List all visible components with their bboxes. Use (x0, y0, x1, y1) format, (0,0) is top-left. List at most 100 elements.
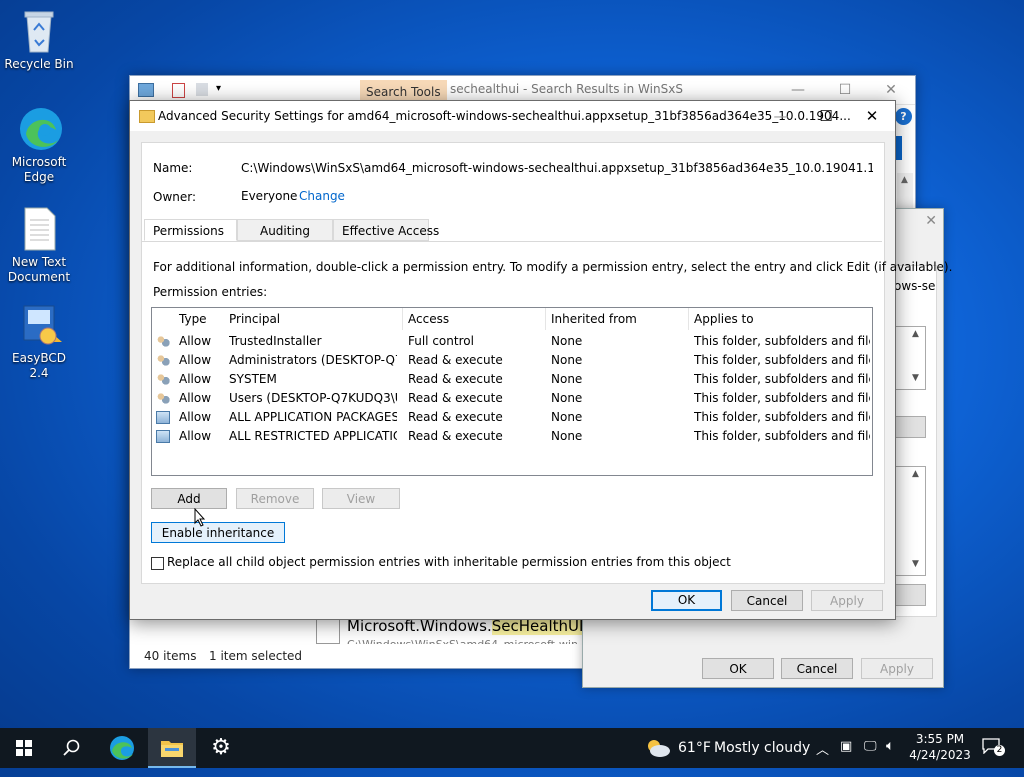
search-box-accent (895, 136, 902, 160)
dialog-titlebar[interactable]: Advanced Security Settings for amd64_mic… (130, 101, 895, 131)
owner-label: Owner: (153, 190, 197, 204)
permission-inherited-from: None (551, 353, 583, 367)
permission-type: Allow (179, 410, 212, 424)
search-button[interactable] (48, 728, 96, 768)
show-hidden-icons-chevron-icon[interactable]: ︿ (816, 739, 829, 758)
col-separator (402, 308, 403, 330)
taskbar-file-explorer[interactable] (148, 728, 196, 768)
properties-ok-button[interactable]: OK (702, 658, 774, 679)
desktop-icon-new-text-document[interactable]: New Text Document (2, 206, 76, 285)
replace-child-checkbox[interactable] (151, 557, 164, 570)
col-applies[interactable]: Applies to (694, 312, 754, 326)
dialog-maximize-button[interactable]: ☐ (803, 101, 849, 131)
permission-row[interactable]: Allow SYSTEM Read & execute None This folder… (152, 370, 872, 389)
user-group-icon (156, 335, 170, 348)
permission-row[interactable]: Allow ALL RESTRICTED APPLICATIO... Read & … (152, 427, 872, 446)
weather-text: Mostly cloudy (714, 740, 811, 756)
taskbar: ⚙ 61°F Mostly cloudy ︿ ▣ 🖵 🔈︎ 3:55 PM 4/… (0, 728, 1024, 768)
col-principal[interactable]: Principal (229, 312, 280, 326)
dialog-cancel-button[interactable]: Cancel (731, 590, 803, 611)
taskbar-edge[interactable] (98, 728, 146, 768)
network-icon[interactable]: 🖵 (864, 739, 877, 754)
add-button[interactable]: Add (151, 488, 227, 509)
customize-toolbar-icon[interactable]: ▾ (216, 83, 221, 94)
meet-now-icon[interactable]: ▣ (840, 739, 852, 754)
tab-auditing[interactable]: Auditing (237, 219, 333, 241)
permission-applies-to: This folder, subfolders and files (694, 391, 870, 405)
permission-row[interactable]: Allow TrustedInstaller Full control None Thi… (152, 332, 872, 351)
volume-icon[interactable]: 🔈︎ (886, 738, 894, 754)
enable-inheritance-button[interactable]: Enable inheritance (151, 522, 285, 543)
tab-permissions[interactable]: Permissions (144, 219, 237, 241)
permission-type: Allow (179, 391, 212, 405)
desktop-icon-easybcd[interactable]: EasyBCD 2.4 (2, 302, 76, 381)
permission-principal: ALL RESTRICTED APPLICATIO... (229, 429, 397, 443)
clock[interactable]: 3:55 PM 4/24/2023 (908, 731, 972, 763)
name-label: Name: (153, 161, 193, 175)
permission-access: Read & execute (408, 353, 503, 367)
info-text: For additional information, double-click… (153, 260, 953, 274)
easybcd-icon (18, 302, 62, 348)
col-separator (688, 308, 689, 330)
permission-applies-to: This folder, subfolders and files (694, 410, 870, 424)
dialog-apply-button[interactable]: Apply (811, 590, 883, 611)
edge-icon (18, 106, 62, 152)
change-owner-link[interactable]: Change (299, 189, 345, 203)
properties-close-button[interactable]: ✕ (925, 213, 937, 229)
status-item-count: 40 items (144, 649, 197, 663)
clock-date: 4/24/2023 (909, 748, 971, 762)
permission-row[interactable]: Allow ALL APPLICATION PACKAGES Read & exec… (152, 408, 872, 427)
recycle-bin-icon (18, 8, 60, 54)
properties-group-list[interactable]: ▲ ▼ (894, 326, 926, 390)
tab-divider (142, 241, 882, 242)
folder-quick-icon[interactable] (196, 83, 208, 96)
user-group-icon (156, 392, 170, 405)
permission-entries-grid[interactable]: Type Principal Access Inherited from App… (151, 307, 873, 476)
explorer-app-icon (138, 83, 154, 97)
help-icon[interactable]: ? (895, 108, 912, 125)
user-group-icon (156, 373, 170, 386)
notification-center-button[interactable]: 2 (982, 738, 1005, 756)
permission-inherited-from: None (551, 334, 583, 348)
col-inherited[interactable]: Inherited from (551, 312, 637, 326)
permission-access: Full control (408, 334, 474, 348)
permission-principal: ALL APPLICATION PACKAGES (229, 410, 397, 424)
desktop-icon-label: New Text Document (7, 255, 71, 284)
desktop-icon-edge[interactable]: Microsoft Edge (2, 106, 76, 185)
weather-widget[interactable]: 61°F Mostly cloudy (645, 728, 810, 768)
permission-row[interactable]: Allow Users (DESKTOP-Q7KUDQ3\U... Read & e… (152, 389, 872, 408)
user-group-icon (156, 354, 170, 367)
entries-label: Permission entries: (153, 285, 268, 299)
search-icon (63, 739, 80, 756)
desktop-icon-recycle-bin[interactable]: Recycle Bin (2, 8, 76, 72)
desktop-icon-label: Recycle Bin (4, 57, 74, 71)
properties-quick-icon[interactable] (172, 83, 185, 98)
properties-perm-list[interactable]: ▲ ▼ (894, 466, 926, 576)
folder-icon (161, 741, 183, 757)
properties-cancel-button[interactable]: Cancel (781, 658, 853, 679)
dialog-ok-button[interactable]: OK (651, 590, 722, 611)
dialog-close-button[interactable]: ✕ (849, 101, 895, 131)
col-type[interactable]: Type (179, 312, 207, 326)
properties-edit-button[interactable] (894, 416, 926, 438)
properties-apply-button[interactable]: Apply (861, 658, 933, 679)
remove-button[interactable]: Remove (236, 488, 314, 509)
col-access[interactable]: Access (408, 312, 449, 326)
start-button[interactable] (0, 728, 48, 768)
taskbar-settings[interactable]: ⚙ (197, 728, 245, 768)
permission-row[interactable]: Allow Administrators (DESKTOP-Q7... Read &… (152, 351, 872, 370)
app-package-icon (156, 430, 170, 443)
explorer-title: sechealthui - Search Results in WinSxS (450, 82, 683, 96)
permission-inherited-from: None (551, 429, 583, 443)
permission-access: Read & execute (408, 391, 503, 405)
name-value: C:\Windows\WinSxS\amd64_microsoft-window… (241, 161, 873, 175)
advanced-security-dialog[interactable]: Advanced Security Settings for amd64_mic… (129, 100, 952, 620)
dialog-minimize-button[interactable]: — (758, 101, 804, 131)
permission-access: Read & execute (408, 429, 503, 443)
weather-temp: 61°F (678, 740, 711, 756)
tab-effective-access[interactable]: Effective Access (333, 219, 439, 241)
view-button[interactable]: View (322, 488, 400, 509)
properties-advanced-button[interactable] (894, 584, 926, 606)
status-selected: 1 item selected (209, 649, 303, 663)
permission-type: Allow (179, 429, 212, 443)
